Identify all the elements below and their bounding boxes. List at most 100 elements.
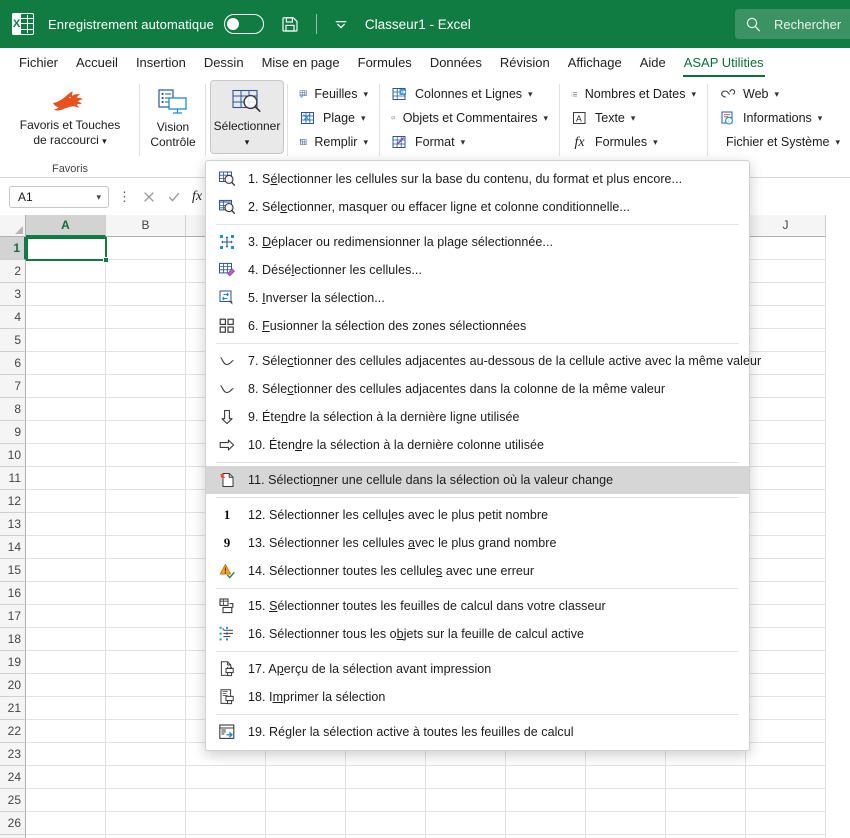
menu-item-7[interactable]: 7. Sélectionner des cellules adjacentes … — [206, 347, 761, 375]
colonnes-lignes-button[interactable]: Colonnes et Lignes ▾ — [389, 82, 552, 106]
tab-revision[interactable]: Révision — [491, 51, 559, 75]
cell-B25[interactable] — [106, 789, 186, 812]
cell-C25[interactable] — [186, 789, 266, 812]
row-header-7[interactable]: 7 — [0, 375, 26, 398]
favoris-raccourci-button[interactable]: Favoris et Touches de raccourci ▾ — [6, 80, 134, 154]
cell-A3[interactable] — [26, 283, 106, 306]
cell-B24[interactable] — [106, 766, 186, 789]
cell-H26[interactable] — [586, 812, 666, 835]
tab-dessin[interactable]: Dessin — [195, 51, 253, 75]
menu-item-5[interactable]: 5. Inverser la sélection... — [206, 284, 749, 312]
cell-J10[interactable] — [746, 444, 826, 467]
cell-A19[interactable] — [26, 651, 106, 674]
cell-J23[interactable] — [746, 743, 826, 766]
cell-B2[interactable] — [106, 260, 186, 283]
tab-donnees[interactable]: Données — [421, 51, 491, 75]
cell-I26[interactable] — [666, 812, 746, 835]
menu-item-8[interactable]: 8. Sélectionner des cellules adjacentes … — [206, 375, 749, 403]
cell-B14[interactable] — [106, 536, 186, 559]
row-header-10[interactable]: 10 — [0, 444, 26, 467]
row-header-26[interactable]: 26 — [0, 812, 26, 835]
cell-A13[interactable] — [26, 513, 106, 536]
cell-B16[interactable] — [106, 582, 186, 605]
cell-E25[interactable] — [346, 789, 426, 812]
save-icon[interactable] — [280, 14, 300, 34]
cell-G24[interactable] — [506, 766, 586, 789]
cell-J24[interactable] — [746, 766, 826, 789]
tab-mise-en-page[interactable]: Mise en page — [253, 51, 349, 75]
cell-B9[interactable] — [106, 421, 186, 444]
autosave-toggle[interactable] — [223, 14, 264, 34]
cell-A25[interactable] — [26, 789, 106, 812]
row-header-9[interactable]: 9 — [0, 421, 26, 444]
menu-item-10[interactable]: 10. Étendre la sélection à la dernière c… — [206, 431, 749, 459]
cell-A26[interactable] — [26, 812, 106, 835]
cell-A4[interactable] — [26, 306, 106, 329]
row-header-24[interactable]: 24 — [0, 766, 26, 789]
vision-controle-button[interactable]: Vision Contrôle — [143, 80, 203, 154]
cell-J26[interactable] — [746, 812, 826, 835]
insert-function-icon[interactable]: fx — [192, 189, 202, 205]
cell-F25[interactable] — [426, 789, 506, 812]
cell-D26[interactable] — [266, 812, 346, 835]
cell-J21[interactable] — [746, 697, 826, 720]
cell-G25[interactable] — [506, 789, 586, 812]
cell-B20[interactable] — [106, 674, 186, 697]
tab-aide[interactable]: Aide — [631, 51, 675, 75]
cell-J14[interactable] — [746, 536, 826, 559]
chevron-down-icon[interactable] — [333, 16, 349, 32]
cell-J13[interactable] — [746, 513, 826, 536]
cell-A2[interactable] — [26, 260, 106, 283]
row-header-18[interactable]: 18 — [0, 628, 26, 651]
texte-button[interactable]: A Texte ▾ — [569, 106, 700, 130]
cell-A22[interactable] — [26, 720, 106, 743]
cell-B19[interactable] — [106, 651, 186, 674]
row-header-5[interactable]: 5 — [0, 329, 26, 352]
row-header-17[interactable]: 17 — [0, 605, 26, 628]
row-header-21[interactable]: 21 — [0, 697, 26, 720]
cell-A7[interactable] — [26, 375, 106, 398]
row-header-6[interactable]: 6 — [0, 352, 26, 375]
tab-formules[interactable]: Formules — [349, 51, 421, 75]
tab-asap-utilities[interactable]: ASAP Utilities — [675, 51, 773, 77]
cell-F26[interactable] — [426, 812, 506, 835]
menu-item-18[interactable]: 18. Imprimer la sélection — [206, 683, 749, 711]
nombres-dates-button[interactable]: 1 2 3 Nombres et Dates ▾ — [569, 82, 700, 106]
cell-B13[interactable] — [106, 513, 186, 536]
cell-J12[interactable] — [746, 490, 826, 513]
cell-J7[interactable] — [746, 375, 826, 398]
row-header-3[interactable]: 3 — [0, 283, 26, 306]
cell-J9[interactable] — [746, 421, 826, 444]
tab-affichage[interactable]: Affichage — [559, 51, 631, 75]
remplir-button[interactable]: Remplir ▾ — [297, 130, 372, 154]
feuilles-button[interactable]: Feuilles ▾ — [297, 82, 372, 106]
menu-item-14[interactable]: 14. Sélectionner toutes les cellules ave… — [206, 557, 749, 585]
menu-item-16[interactable]: 16. Sélectionner tous les objets sur la … — [206, 620, 749, 648]
cell-B8[interactable] — [106, 398, 186, 421]
cell-J1[interactable] — [746, 237, 826, 260]
cell-B5[interactable] — [106, 329, 186, 352]
web-button[interactable]: Web ▾ — [717, 82, 842, 106]
menu-item-15[interactable]: 15. Sélectionner toutes les feuilles de … — [206, 592, 749, 620]
cell-B18[interactable] — [106, 628, 186, 651]
cell-J5[interactable] — [746, 329, 826, 352]
cell-B22[interactable] — [106, 720, 186, 743]
search-input[interactable]: Rechercher — [735, 9, 850, 39]
cell-J15[interactable] — [746, 559, 826, 582]
tab-fichier[interactable]: Fichier — [10, 51, 67, 75]
cell-J11[interactable] — [746, 467, 826, 490]
cell-A17[interactable] — [26, 605, 106, 628]
formules-button[interactable]: fx Formules ▾ — [569, 130, 700, 154]
cell-J3[interactable] — [746, 283, 826, 306]
cell-J17[interactable] — [746, 605, 826, 628]
menu-item-11[interactable]: 11. Sélectionner une cellule dans la sél… — [206, 466, 749, 494]
vertical-ellipsis-icon[interactable]: ⋮ — [118, 190, 131, 203]
plage-button[interactable]: Plage ▾ — [297, 106, 372, 130]
cell-J8[interactable] — [746, 398, 826, 421]
objets-commentaires-button[interactable]: Objets et Commentaires ▾ — [389, 106, 552, 130]
cell-E24[interactable] — [346, 766, 426, 789]
cell-A20[interactable] — [26, 674, 106, 697]
cell-I25[interactable] — [666, 789, 746, 812]
cell-A10[interactable] — [26, 444, 106, 467]
cell-A8[interactable] — [26, 398, 106, 421]
